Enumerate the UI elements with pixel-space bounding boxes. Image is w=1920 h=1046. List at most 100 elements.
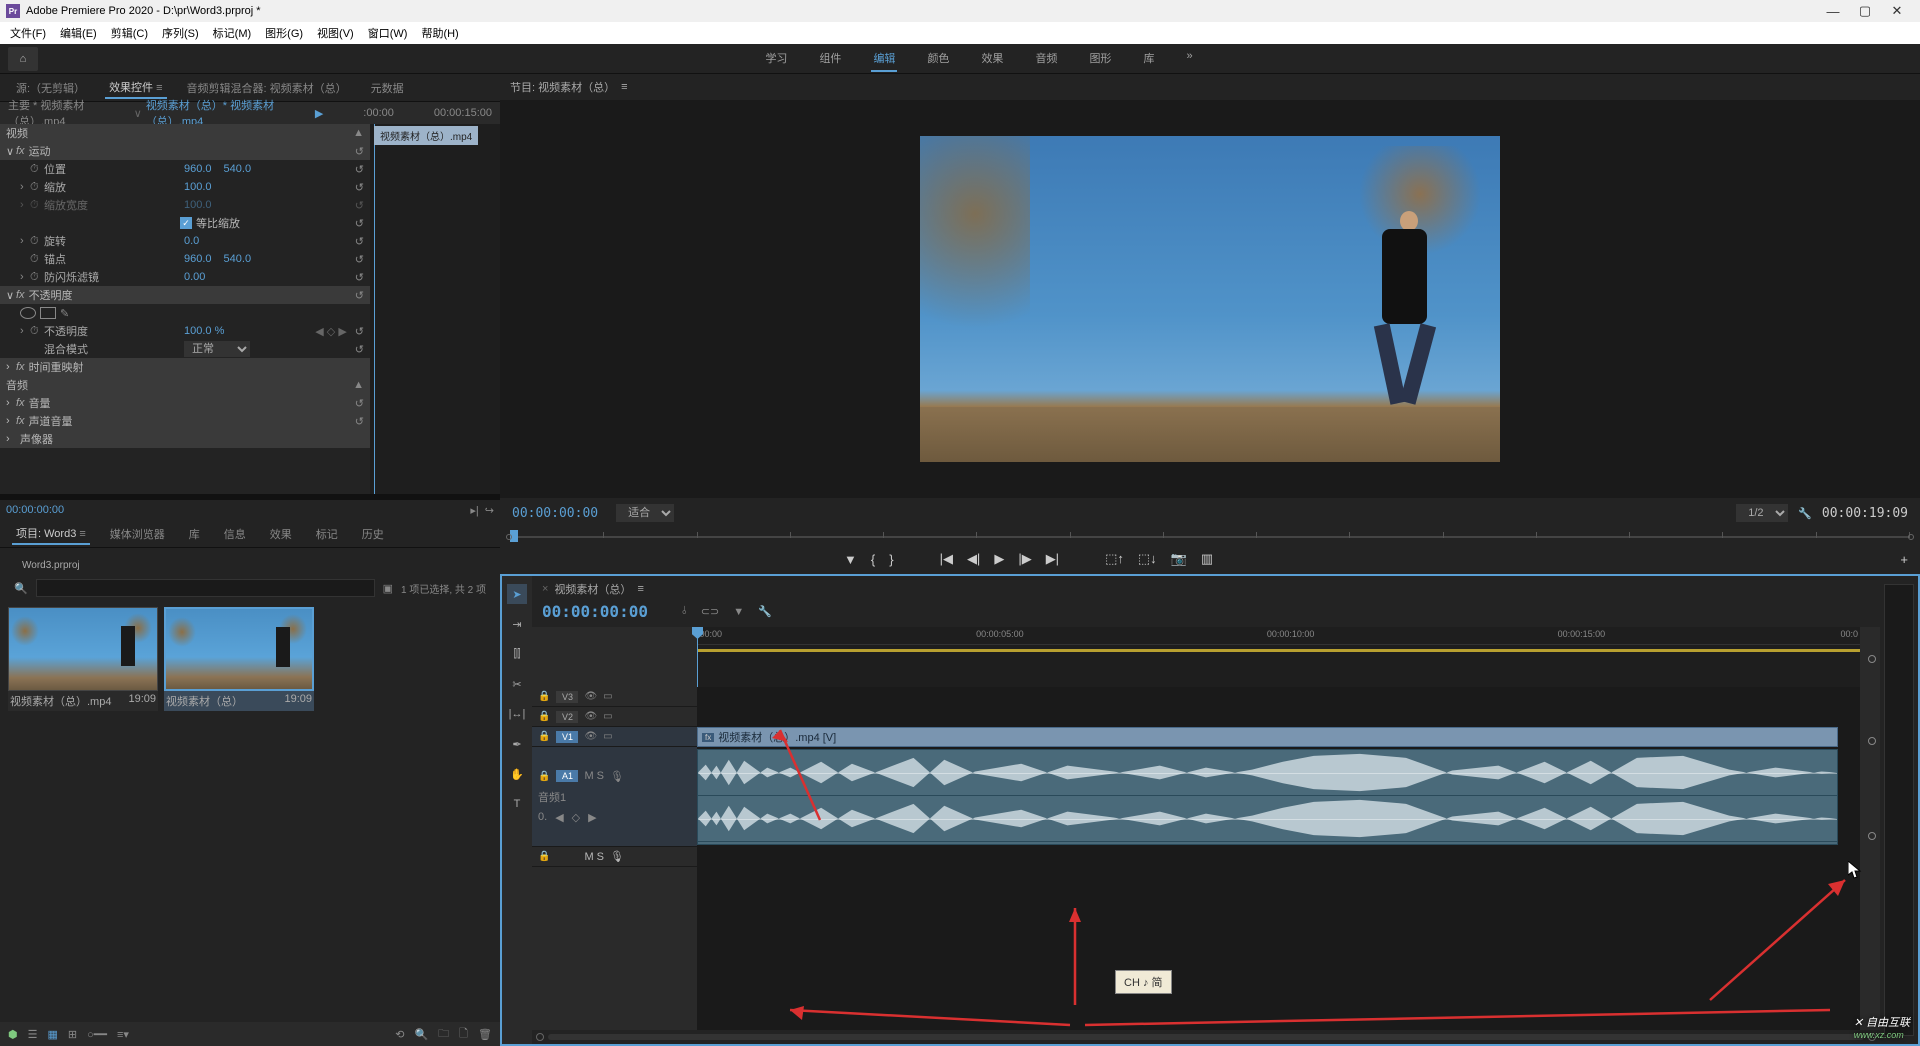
mask-pen-icon[interactable]: ✎ — [60, 307, 69, 320]
workspace-learn[interactable]: 学习 — [763, 46, 789, 72]
tab-info[interactable]: 信息 — [220, 524, 250, 544]
pen-tool-icon[interactable]: ✒ — [507, 734, 527, 754]
tab-metadata[interactable]: 元数据 — [367, 78, 408, 98]
position-y[interactable]: 540.0 — [224, 163, 252, 175]
minimize-button[interactable]: — — [1826, 4, 1840, 18]
comparison-view-icon[interactable]: ▥ — [1201, 551, 1213, 567]
anchor-y[interactable]: 540.0 — [224, 253, 252, 265]
tab-project[interactable]: 项目: Word3 ≡ — [12, 523, 90, 545]
fx-channel-volume-header[interactable]: ›fx声道音量↺ — [0, 412, 370, 430]
new-bin-icon[interactable]: 🗀 — [438, 1025, 449, 1044]
mute-solo[interactable]: M S — [584, 770, 604, 782]
menu-graphics[interactable]: 图形(G) — [259, 23, 309, 43]
snap-icon[interactable]: ⫰ — [682, 605, 687, 618]
add-marker-icon[interactable]: ▼ — [844, 552, 857, 567]
blend-mode-select[interactable]: 正常 — [184, 341, 250, 357]
fx-opacity-header[interactable]: ∨fx不透明度↺ — [0, 286, 370, 304]
workspace-assembly[interactable]: 组件 — [817, 46, 843, 72]
program-viewer[interactable] — [500, 100, 1920, 498]
type-tool-icon[interactable]: T — [507, 794, 527, 814]
anchor-x[interactable]: 960.0 — [184, 253, 212, 265]
workspace-overflow[interactable]: » — [1184, 46, 1194, 72]
list-view-icon[interactable]: ☰ — [28, 1028, 38, 1041]
track-header-v3[interactable]: 🔒V3👁▭ — [532, 687, 697, 707]
menu-file[interactable]: 文件(F) — [4, 23, 52, 43]
selection-tool-icon[interactable]: ➤ — [507, 584, 527, 604]
trash-icon[interactable]: 🗑 — [478, 1028, 492, 1041]
maximize-button[interactable]: ▢ — [1858, 4, 1872, 18]
menu-help[interactable]: 帮助(H) — [415, 23, 464, 43]
button-editor-icon[interactable]: + — [1900, 552, 1920, 567]
workspace-effects[interactable]: 效果 — [979, 46, 1005, 72]
audio-clip[interactable] — [697, 749, 1838, 845]
slip-tool-icon[interactable]: |↔| — [507, 704, 527, 724]
overwrite-icon[interactable]: ↪ — [485, 504, 494, 517]
menu-window[interactable]: 窗口(W) — [362, 23, 414, 43]
workspace-graphics[interactable]: 图形 — [1087, 46, 1113, 72]
hand-tool-icon[interactable]: ✋ — [507, 764, 527, 784]
filter-bin-icon[interactable]: ▣ — [383, 582, 393, 595]
opacity-value[interactable]: 100.0 % — [184, 325, 224, 337]
tab-effect-controls[interactable]: 效果控件 ≡ — [105, 77, 166, 99]
workspace-audio[interactable]: 音频 — [1033, 46, 1059, 72]
play-icon[interactable]: ▶ — [994, 551, 1004, 567]
section-video[interactable]: 视频▲ — [0, 124, 370, 142]
track-select-tool-icon[interactable]: ⇥ — [507, 614, 527, 634]
step-forward-icon[interactable]: |▶ — [1018, 551, 1031, 567]
step-back-icon[interactable]: ◀| — [967, 551, 980, 567]
timeline-ruler[interactable]: :00:00 00:00:05:00 00:00:10:00 00:00:15:… — [697, 627, 1860, 645]
linked-selection-icon[interactable]: ⊂⊃ — [701, 605, 719, 618]
section-audio[interactable]: 音频▲ — [0, 376, 370, 394]
work-area-bar[interactable] — [697, 649, 1860, 652]
menu-clip[interactable]: 剪辑(C) — [105, 23, 154, 43]
home-button[interactable]: ⌂ — [8, 47, 38, 71]
mask-ellipse-icon[interactable] — [20, 307, 36, 319]
tab-audio-clip-mixer[interactable]: 音频剪辑混合器: 视频素材（总） — [183, 78, 351, 98]
project-search-input[interactable] — [36, 579, 375, 597]
extract-icon[interactable]: ⬚↓ — [1138, 551, 1157, 567]
tab-history[interactable]: 历史 — [358, 524, 388, 544]
track-header-v1[interactable]: 🔒V1👁▭ — [532, 727, 697, 747]
automate-icon[interactable]: ⟲ — [395, 1028, 404, 1041]
workspace-libraries[interactable]: 库 — [1141, 46, 1156, 72]
resolution-select[interactable]: 1/2 — [1736, 504, 1788, 522]
menu-marker[interactable]: 标记(M) — [207, 23, 258, 43]
timeline-timecode[interactable]: 00:00:00:00 — [542, 602, 648, 621]
close-button[interactable]: ✕ — [1890, 4, 1904, 18]
timeline-settings-wrench-icon[interactable]: 🔧 — [758, 605, 772, 618]
tab-effects-browser[interactable]: 效果 — [266, 524, 296, 544]
new-item-icon[interactable]: 🗋 — [459, 1025, 468, 1044]
track-header-v2[interactable]: 🔒V2👁▭ — [532, 707, 697, 727]
fx-panner-header[interactable]: ›声像器 — [0, 430, 370, 448]
go-to-in-icon[interactable]: |◀ — [940, 551, 953, 567]
close-sequence-icon[interactable]: × — [542, 583, 548, 595]
track-header-a2[interactable]: 🔒M S🎙 — [532, 847, 697, 867]
fx-volume-header[interactable]: ›fx音量↺ — [0, 394, 370, 412]
track-header-a1[interactable]: 🔒A1M S🎙 音频1 0.◀◇▶ — [532, 747, 697, 847]
timeline-zoom-scrollbar[interactable] — [532, 1030, 1880, 1044]
insert-icon[interactable]: ▸| — [470, 504, 478, 517]
rotation-value[interactable]: 0.0 — [184, 235, 199, 247]
go-to-out-icon[interactable]: ▶| — [1046, 551, 1059, 567]
freeform-view-icon[interactable]: ⊞ — [68, 1028, 77, 1041]
effects-playhead-timecode[interactable]: 00:00:00:00 — [6, 504, 64, 516]
writable-icon[interactable]: ⬢ — [8, 1028, 18, 1041]
ripple-tool-icon[interactable]: ⫿⫿ — [507, 644, 527, 664]
scale-value[interactable]: 100.0 — [184, 181, 212, 193]
menu-sequence[interactable]: 序列(S) — [156, 23, 205, 43]
find-icon[interactable]: 🔍 — [414, 1028, 428, 1041]
sort-icon[interactable]: ≡▾ — [117, 1028, 129, 1041]
export-frame-icon[interactable]: 📷 — [1171, 551, 1187, 567]
flicker-value[interactable]: 0.00 — [184, 271, 205, 283]
mark-in-icon[interactable]: { — [871, 552, 875, 567]
tab-media-browser[interactable]: 媒体浏览器 — [106, 524, 169, 544]
mask-rect-icon[interactable] — [40, 307, 56, 319]
program-timecode[interactable]: 00:00:00:00 — [512, 506, 598, 521]
project-item-clip[interactable]: 视频素材（总）.mp419:09 — [8, 607, 158, 711]
workspace-editing[interactable]: 编辑 — [871, 46, 897, 72]
uniform-scale-checkbox[interactable]: ✓ — [180, 217, 192, 229]
menu-view[interactable]: 视图(V) — [311, 23, 360, 43]
settings-wrench-icon[interactable]: 🔧 — [1798, 507, 1812, 520]
mark-out-icon[interactable]: } — [889, 552, 893, 567]
project-item-sequence[interactable]: 视频素材（总）19:09 — [164, 607, 314, 711]
